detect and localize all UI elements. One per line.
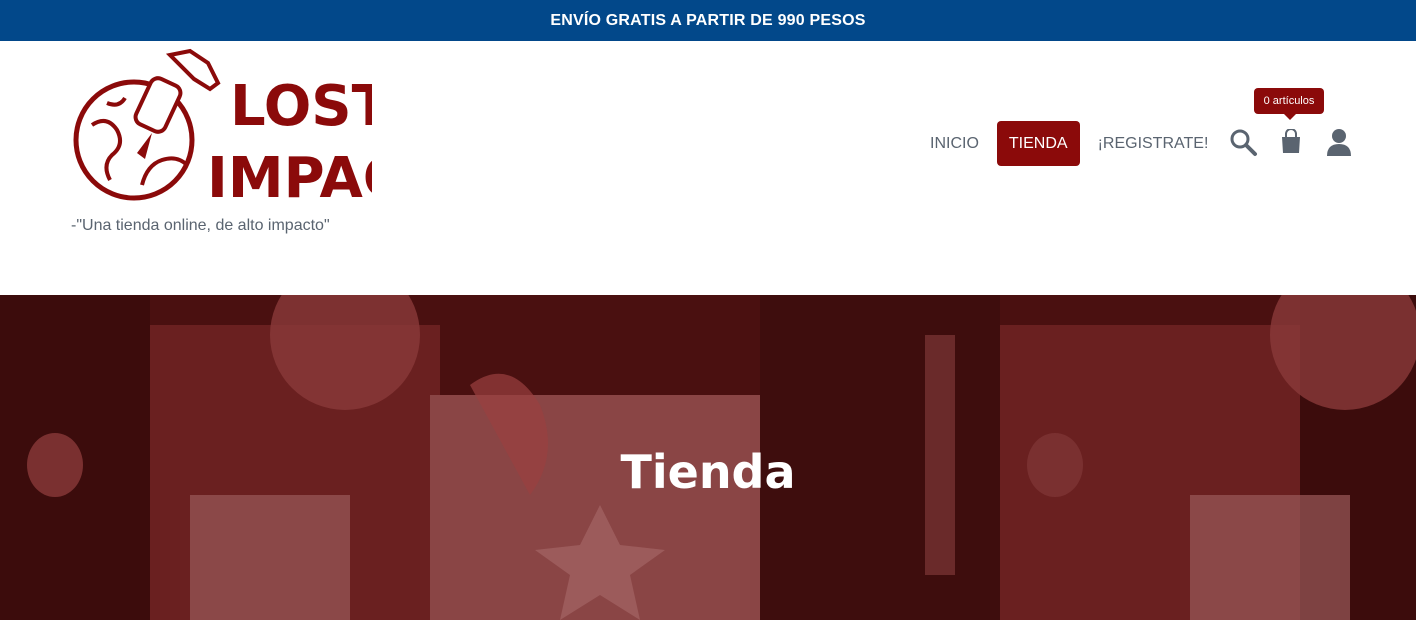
cart-count-badge: 0 artículos	[1254, 88, 1324, 120]
main-nav: INICIO TIENDA ¡REGISTRATE!	[918, 121, 1220, 166]
nav-item-tienda[interactable]: TIENDA	[996, 121, 1080, 166]
logo-line2: IMPACT	[207, 146, 372, 210]
shopping-bag-icon[interactable]	[1274, 125, 1308, 159]
promo-text: ENVÍO GRATIS A PARTIR DE 990 PESOS	[550, 11, 866, 29]
tagline: -"Una tienda online, de alto impacto"	[71, 217, 330, 234]
site-header: LOST IMPACT -"Una tienda online, de alto…	[0, 41, 1416, 295]
logo-line1: LOST	[230, 74, 372, 139]
hero-title: Tienda	[620, 445, 796, 499]
lost-impact-logo: LOST IMPACT	[73, 48, 372, 210]
search-icon[interactable]	[1226, 125, 1260, 159]
nav-item-registrate[interactable]: ¡REGISTRATE!	[1086, 121, 1221, 166]
user-icon[interactable]	[1322, 125, 1356, 159]
promo-banner: ENVÍO GRATIS A PARTIR DE 990 PESOS	[0, 0, 1416, 41]
hero-banner: Tienda	[0, 295, 1416, 620]
header-icons	[1226, 125, 1356, 159]
nav-item-inicio[interactable]: INICIO	[918, 121, 991, 166]
